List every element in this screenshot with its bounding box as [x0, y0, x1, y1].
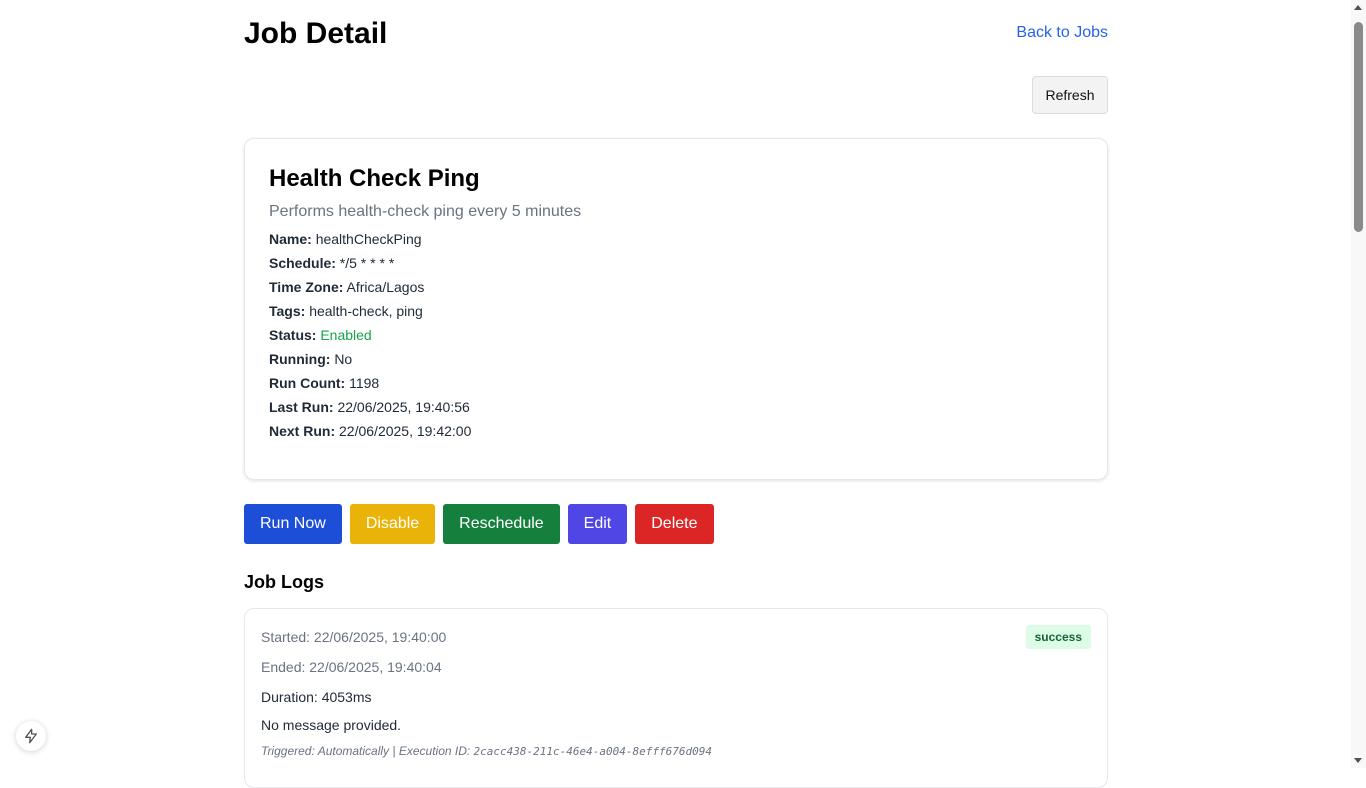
disable-button[interactable]: Disable	[349, 504, 436, 544]
log-duration: Duration: 4053ms	[261, 689, 372, 705]
job-field-name: Name: healthCheckPing	[269, 227, 1083, 251]
field-value: 1198	[349, 375, 380, 391]
field-label: Time Zone:	[269, 279, 344, 295]
execution-id: 2cacc438-211c-46e4-a004-8efff676d094	[473, 745, 712, 758]
page-header: Job Detail Back to Jobs	[244, 0, 1108, 70]
log-started: Started: 22/06/2025, 19:40:00	[261, 629, 447, 645]
field-label: Next Run:	[269, 423, 336, 439]
field-value: 22/06/2025, 19:42:00	[339, 423, 472, 439]
job-field-status: Status: Enabled	[269, 323, 1083, 347]
log-ended: Ended: 22/06/2025, 19:40:04	[261, 659, 442, 675]
job-field-running: Running: No	[269, 347, 1083, 371]
field-value: Africa/Lagos	[346, 279, 425, 295]
scrollbar-thumb[interactable]	[1354, 22, 1363, 232]
lightning-fab-button[interactable]	[16, 721, 46, 751]
log-meta: Triggered: Automatically | Execution ID:…	[261, 743, 1091, 760]
field-label: Running:	[269, 351, 331, 367]
job-logs-heading: Job Logs	[244, 572, 324, 592]
refresh-row: Refresh	[244, 70, 1108, 138]
field-value: 22/06/2025, 19:40:56	[337, 399, 470, 415]
page-container: Job Detail Back to Jobs Refresh Health C…	[244, 0, 1108, 788]
edit-button[interactable]: Edit	[567, 504, 628, 544]
field-value: */5 * * * *	[339, 255, 395, 271]
field-label: Run Count:	[269, 375, 346, 391]
back-to-jobs-link[interactable]: Back to Jobs	[1016, 24, 1108, 42]
job-field-last-run: Last Run: 22/06/2025, 19:40:56	[269, 395, 1083, 419]
field-value: healthCheckPing	[315, 231, 422, 247]
status-badge: success	[1025, 625, 1091, 649]
job-field-time-zone: Time Zone: Africa/Lagos	[269, 275, 1083, 299]
job-detail-card: Health Check Ping Performs health-check …	[244, 138, 1108, 480]
job-field-run-count: Run Count: 1198	[269, 371, 1083, 395]
scroll-down-arrow-icon[interactable]	[1354, 758, 1362, 763]
field-label: Status:	[269, 327, 317, 343]
job-actions: Run Now Disable Reschedule Edit Delete	[244, 504, 1108, 544]
job-field-next-run: Next Run: 22/06/2025, 19:42:00	[269, 419, 1083, 443]
job-title: Health Check Ping	[269, 165, 480, 192]
job-description: Performs health-check ping every 5 minut…	[269, 203, 582, 220]
log-entry: success Started: 22/06/2025, 19:40:00 En…	[244, 608, 1108, 788]
page-scrollbar[interactable]	[1351, 0, 1366, 768]
field-label: Name:	[269, 231, 312, 247]
job-field-tags: Tags: health-check, ping	[269, 299, 1083, 323]
page-title: Job Detail	[244, 17, 388, 50]
status-value: Enabled	[320, 327, 372, 343]
log-triggered: Triggered: Automatically | Execution ID:	[261, 744, 474, 758]
lightning-icon	[25, 728, 37, 744]
field-value: health-check, ping	[309, 303, 423, 319]
log-message: No message provided.	[261, 717, 402, 733]
delete-button[interactable]: Delete	[635, 504, 714, 544]
reschedule-button[interactable]: Reschedule	[443, 504, 560, 544]
job-field-schedule: Schedule: */5 * * * *	[269, 251, 1083, 275]
field-label: Last Run:	[269, 399, 334, 415]
scroll-up-arrow-icon[interactable]	[1354, 5, 1362, 10]
field-label: Tags:	[269, 303, 306, 319]
refresh-button[interactable]: Refresh	[1032, 76, 1108, 114]
field-label: Schedule:	[269, 255, 336, 271]
field-value: No	[334, 351, 353, 367]
run-now-button[interactable]: Run Now	[244, 504, 342, 544]
